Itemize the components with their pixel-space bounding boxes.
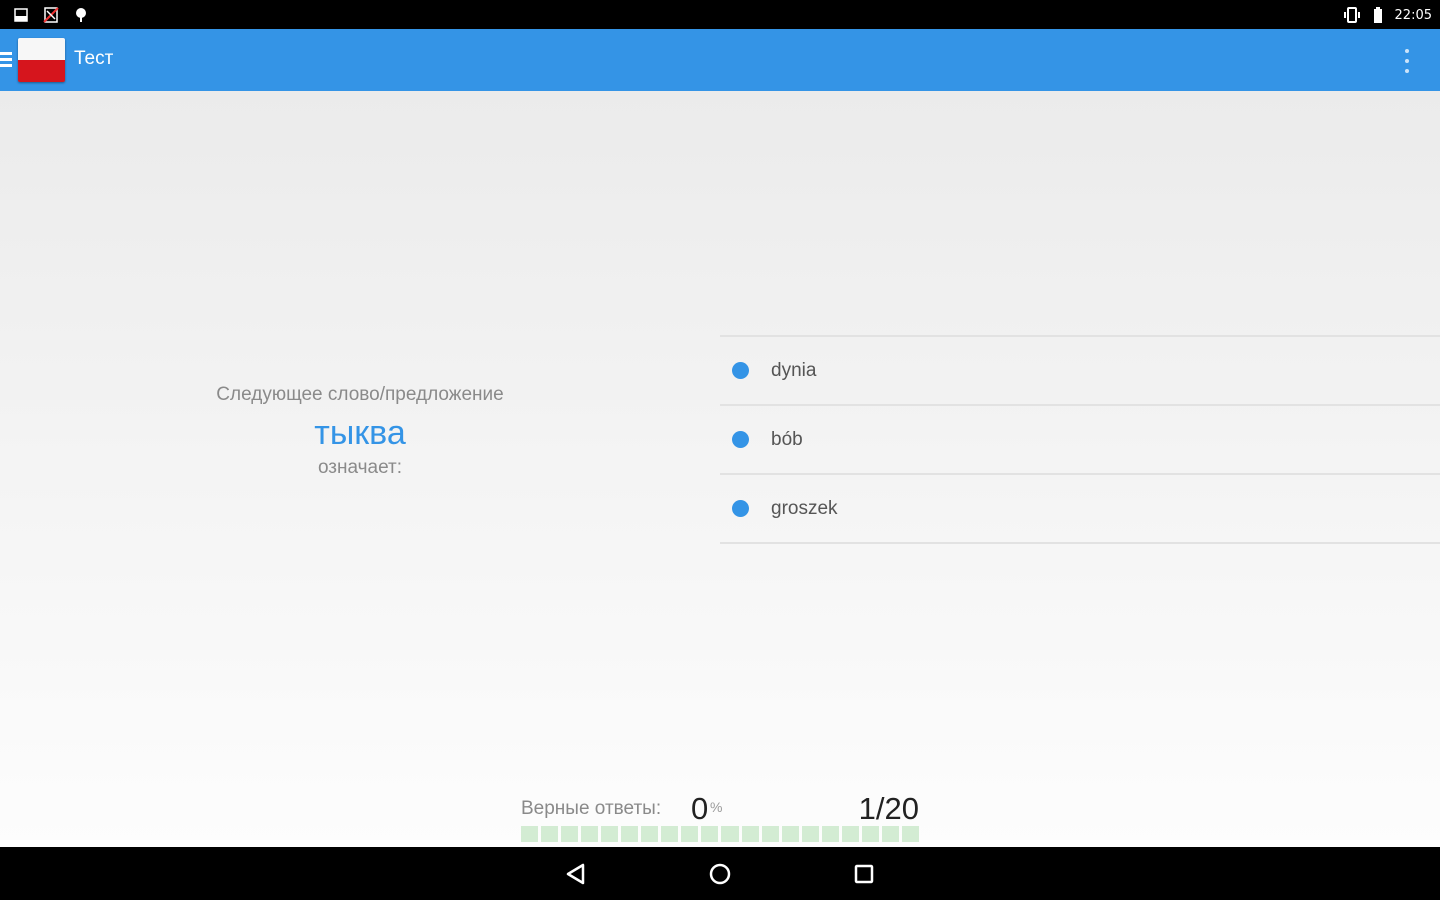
- option-label: bób: [771, 428, 803, 450]
- progress-segment: [601, 826, 619, 842]
- back-icon[interactable]: [563, 861, 589, 887]
- progress-area: Верные ответы: 0 % 1/20: [521, 791, 919, 843]
- battery-icon: [1373, 7, 1382, 23]
- option-bullet-icon: [732, 431, 749, 448]
- status-bar: 22:05: [0, 0, 1440, 29]
- poland-flag-logo[interactable]: [18, 38, 65, 82]
- progress-segment: [861, 826, 879, 842]
- vibrate-icon: [1343, 7, 1360, 23]
- progress-segment: [681, 826, 699, 842]
- question-means: означает:: [317, 457, 403, 478]
- question-word: тыква: [314, 414, 406, 452]
- option-label: dynia: [771, 359, 817, 381]
- no-sim-icon: [43, 7, 59, 23]
- progress-segment: [621, 826, 639, 842]
- question-prompt: Следующее слово/предложение тыква означа…: [0, 384, 720, 479]
- progress-segment: [521, 826, 539, 842]
- app-title: Тест: [74, 48, 114, 69]
- location-icon: [76, 8, 86, 22]
- progress-segment: [721, 826, 739, 842]
- progress-segment: [561, 826, 579, 842]
- progress-segment: [741, 826, 759, 842]
- progress-segment: [841, 826, 859, 842]
- more-vert-icon[interactable]: [1404, 49, 1410, 73]
- answer-option[interactable]: groszek: [720, 475, 1440, 544]
- status-right-icons: 22:05: [1343, 5, 1432, 25]
- app-bar: Тест: [0, 29, 1440, 91]
- question-label: Следующее слово/предложение: [216, 384, 504, 405]
- status-left-icons: [12, 5, 90, 25]
- correct-answers-value: 0: [691, 791, 709, 826]
- status-time: 22:05: [1394, 7, 1432, 23]
- notification-icon: [14, 8, 28, 22]
- answer-option[interactable]: bób: [720, 406, 1440, 475]
- option-bullet-icon: [732, 362, 749, 379]
- progress-segment: [761, 826, 779, 842]
- option-label: groszek: [771, 497, 838, 519]
- progress-segment: [781, 826, 799, 842]
- progress-segment: [701, 826, 719, 842]
- progress-segment: [881, 826, 899, 842]
- hamburger-icon[interactable]: [0, 52, 12, 68]
- answer-option[interactable]: dynia: [720, 337, 1440, 406]
- progress-segment: [661, 826, 679, 842]
- progress-bar: [521, 826, 919, 842]
- correct-answers-unit: %: [710, 799, 723, 815]
- answer-options: dynia bób groszek: [720, 335, 1440, 544]
- option-bullet-icon: [732, 500, 749, 517]
- progress-segment: [801, 826, 819, 842]
- progress-segment: [581, 826, 599, 842]
- navigation-bar: [0, 847, 1440, 900]
- progress-segment: [641, 826, 659, 842]
- progress-segment: [541, 826, 559, 842]
- test-content: Следующее слово/предложение тыква означа…: [0, 91, 1440, 847]
- question-counter: 1/20: [858, 791, 919, 826]
- home-icon[interactable]: [707, 861, 733, 887]
- progress-segment: [901, 826, 919, 842]
- progress-segment: [821, 826, 839, 842]
- recents-icon[interactable]: [851, 861, 877, 887]
- correct-answers-label: Верные ответы:: [521, 798, 662, 819]
